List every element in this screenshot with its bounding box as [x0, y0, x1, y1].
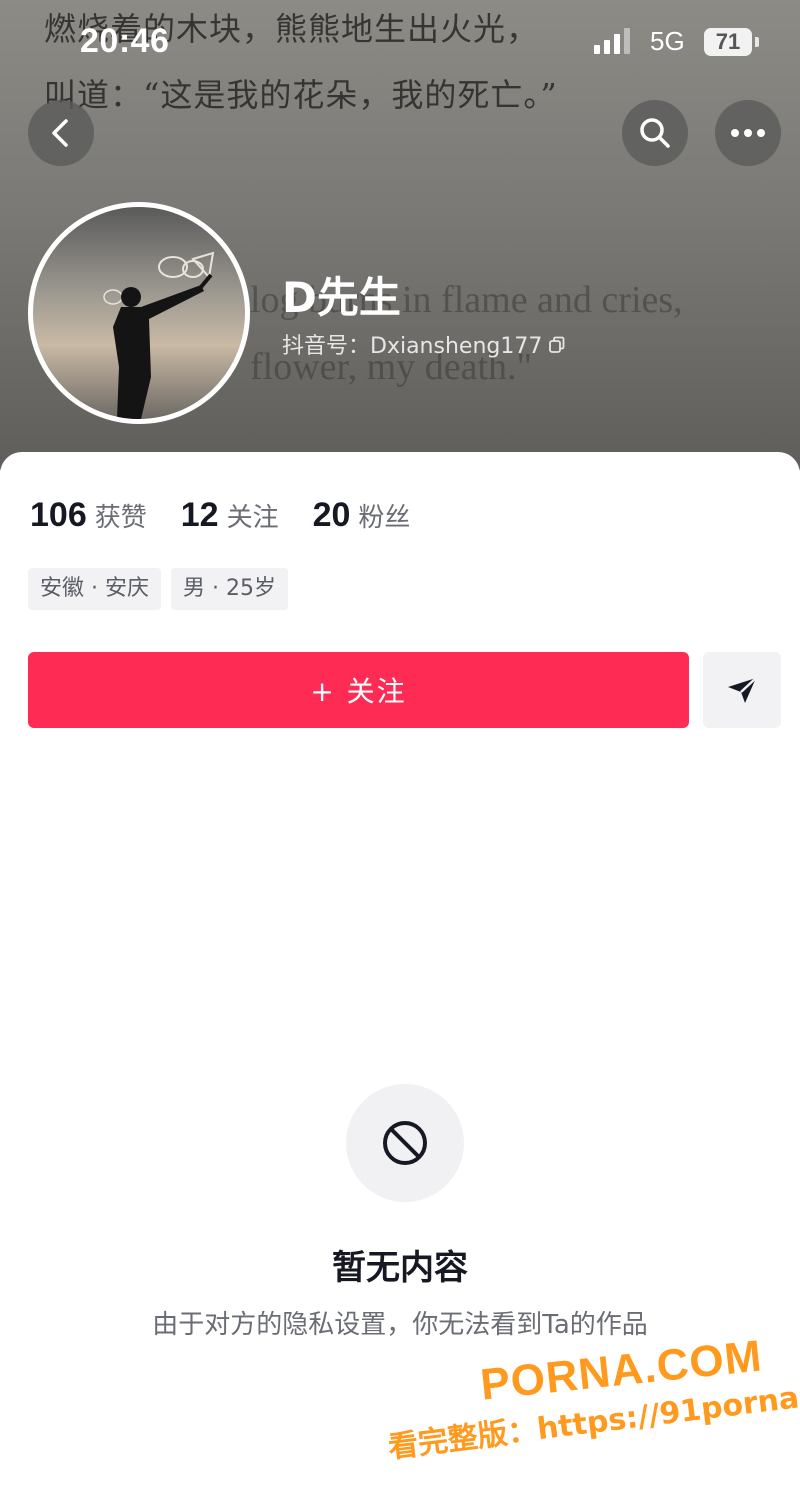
stat-value: 20	[312, 496, 351, 534]
profile-nickname: D先生	[282, 273, 401, 322]
battery-icon: 71	[704, 28, 752, 56]
stat-value: 106	[30, 496, 87, 534]
more-dots-icon	[731, 129, 765, 137]
stat-followers[interactable]: 20 粉丝	[313, 496, 411, 535]
stat-label: 粉丝	[358, 503, 411, 533]
avatar[interactable]	[28, 202, 250, 424]
status-time: 20:46	[80, 22, 170, 60]
douyin-id: 抖音号：Dxiansheng177	[282, 328, 566, 360]
more-button[interactable]	[715, 100, 781, 166]
empty-state-title: 暂无内容	[332, 1248, 468, 1288]
stat-likes[interactable]: 106 获赞	[30, 496, 147, 535]
signal-icon	[594, 28, 634, 54]
empty-state-description: 由于对方的隐私设置，你无法看到Ta的作品	[152, 1310, 648, 1340]
profile-stats: 106 获赞 12 关注 20 粉丝	[30, 496, 410, 535]
send-icon	[728, 677, 757, 703]
gender-age-tag: 男 · 25岁	[170, 568, 288, 610]
stat-label: 获赞	[94, 503, 147, 533]
stat-following[interactable]: 12 关注	[181, 496, 279, 535]
avatar-silhouette	[103, 251, 215, 419]
network-type: 5G	[650, 26, 685, 56]
stat-label: 关注	[226, 503, 279, 533]
back-button[interactable]	[28, 100, 94, 166]
cover-poem-line: 叫道：“这是我的花朵，我的死亡。”	[44, 76, 558, 114]
search-icon	[640, 118, 670, 148]
battery-tip	[755, 37, 759, 47]
copy-icon[interactable]	[548, 335, 566, 353]
location-tag: 安徽 · 安庆	[28, 568, 161, 610]
block-icon	[383, 1121, 427, 1165]
profile-tags: 安徽 · 安庆 男 · 25岁	[28, 568, 288, 610]
follow-button[interactable]: + 关注	[28, 652, 689, 728]
empty-state-icon-wrap	[346, 1084, 464, 1202]
share-button[interactable]	[703, 652, 781, 728]
douyin-id-text: 抖音号：Dxiansheng177	[282, 334, 543, 359]
search-button[interactable]	[622, 100, 688, 166]
stat-value: 12	[180, 496, 219, 534]
chevron-left-icon	[52, 119, 68, 147]
